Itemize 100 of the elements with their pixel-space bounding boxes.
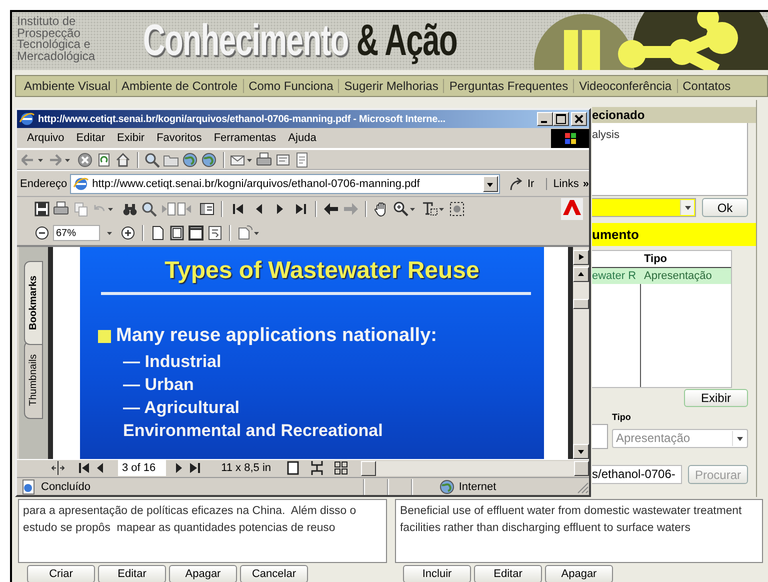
ok-button[interactable]: Ok bbox=[702, 198, 748, 217]
printer-icon[interactable] bbox=[53, 201, 69, 217]
form-button[interactable]: Incluir bbox=[403, 565, 471, 582]
slide-bullet: Many reuse applications nationally: bbox=[116, 324, 437, 348]
text-area[interactable]: para a apresentação de políticas eficazes na China. Além disso o estudo se propôs mapear as quantidades potencias de reuso bbox=[18, 499, 387, 563]
file-path-field[interactable]: s/ethanol-0706- bbox=[592, 465, 682, 484]
form-button[interactable]: Apagar bbox=[169, 565, 237, 582]
fit-width-icon[interactable] bbox=[188, 225, 204, 241]
form-button[interactable]: Cancelar bbox=[240, 565, 308, 582]
menu-item[interactable]: Exibir bbox=[111, 132, 151, 144]
table-row[interactable]: ewater R Apresentação bbox=[592, 268, 731, 284]
rotate-icon[interactable] bbox=[237, 225, 253, 241]
page-icon bbox=[21, 478, 37, 494]
type-dropdown[interactable]: Apresentação bbox=[612, 429, 748, 448]
close-button[interactable] bbox=[571, 112, 587, 126]
section-title: umento bbox=[592, 223, 756, 246]
form-button[interactable]: Criar bbox=[27, 565, 95, 582]
save-icon[interactable] bbox=[34, 201, 50, 217]
zoom-out-icon[interactable] bbox=[34, 225, 50, 241]
horizontal-scrollbar[interactable] bbox=[361, 460, 589, 476]
nav-link[interactable]: Ambiente Visual bbox=[19, 79, 116, 93]
page-size-label: 11 x 8,5 in bbox=[221, 462, 272, 474]
resize-grip-icon[interactable] bbox=[575, 480, 589, 494]
refresh-icon[interactable] bbox=[96, 152, 112, 168]
nav-link[interactable]: Ambiente de Controle bbox=[116, 79, 243, 93]
go-button[interactable]: Ir bbox=[503, 174, 540, 194]
status-text: Concluído bbox=[41, 480, 92, 492]
note-icon[interactable] bbox=[275, 152, 291, 168]
globe-icon[interactable] bbox=[201, 152, 217, 168]
menu-item[interactable]: Favoritos bbox=[150, 132, 208, 144]
type-label: Tipo bbox=[612, 412, 632, 424]
continuous-icon[interactable] bbox=[309, 460, 326, 476]
links-label[interactable]: Links bbox=[546, 178, 579, 190]
home-icon[interactable] bbox=[115, 152, 131, 168]
bullet-icon bbox=[98, 330, 111, 342]
first-page-icon[interactable] bbox=[230, 201, 246, 217]
facing-pages-icon[interactable] bbox=[333, 460, 350, 476]
page-arrow-icon[interactable] bbox=[177, 201, 193, 217]
text-area[interactable]: Beneficial use of effluent water from domestic wastewater treatment facilities rather than discharging effluent to surface waters bbox=[395, 499, 763, 563]
window-title: http://www.cetiqt.senai.br/kogni/arquivos/ethanol-0706-manning.pdf - Microsoft Interne... bbox=[38, 114, 446, 124]
form-button[interactable]: Editar bbox=[98, 565, 166, 582]
nav-link[interactable]: Contatos bbox=[678, 79, 736, 93]
snapshot-icon[interactable] bbox=[449, 201, 465, 217]
text-field[interactable] bbox=[592, 424, 608, 449]
single-page-icon[interactable] bbox=[285, 460, 302, 476]
form-button[interactable]: Apagar bbox=[545, 565, 613, 582]
side-tab[interactable]: Bookmarks bbox=[24, 261, 43, 345]
menu-item[interactable]: Ajuda bbox=[282, 132, 322, 144]
site-logo-text: Conhecimento & Ação bbox=[143, 18, 458, 64]
zoom-in-icon[interactable] bbox=[120, 225, 136, 241]
institute-name: Instituto de Prospecção Tecnológica e Mercadológica bbox=[16, 13, 96, 62]
slide-subitem: — Agricultural bbox=[123, 397, 240, 419]
slide-subitem: — Industrial bbox=[123, 351, 222, 373]
chevron[interactable]: » bbox=[582, 178, 589, 190]
side-tab[interactable]: Thumbnails bbox=[24, 341, 43, 419]
table-cell-text: ewater R bbox=[592, 269, 638, 284]
browser-icon bbox=[73, 176, 90, 192]
document-icon[interactable] bbox=[294, 152, 310, 168]
panel-icon[interactable] bbox=[199, 201, 215, 217]
form-button[interactable]: Editar bbox=[474, 565, 542, 582]
slide-title: Types of Wastewater Reuse bbox=[164, 257, 480, 285]
table-header: Tipo bbox=[644, 252, 668, 267]
panel-title: ecionado bbox=[592, 107, 756, 123]
back-arrow-icon[interactable] bbox=[323, 201, 339, 217]
zoom-in-icon[interactable] bbox=[393, 201, 409, 217]
binoculars-icon[interactable] bbox=[122, 201, 138, 217]
logo-icon[interactable] bbox=[561, 198, 583, 220]
page-field[interactable]: 3 of 16 bbox=[118, 460, 166, 476]
fit-page-icon[interactable] bbox=[169, 225, 185, 241]
logo-icon bbox=[551, 128, 589, 148]
stop-icon[interactable] bbox=[77, 152, 93, 168]
maximize-button[interactable] bbox=[553, 112, 569, 126]
printer-icon[interactable] bbox=[256, 152, 272, 168]
zoom-field[interactable]: 67% bbox=[53, 225, 100, 241]
page-arrow-icon[interactable] bbox=[160, 201, 176, 217]
nav-link[interactable]: Sugerir Melhorias bbox=[339, 79, 444, 93]
text-select-icon[interactable] bbox=[422, 201, 438, 217]
nav-link[interactable]: Perguntas Frequentes bbox=[444, 79, 574, 93]
search-icon[interactable] bbox=[144, 152, 160, 168]
browser-icon bbox=[19, 111, 35, 127]
vertical-scrollbar[interactable] bbox=[573, 247, 589, 459]
show-button[interactable]: Exibir bbox=[684, 389, 748, 407]
nav-link[interactable]: Videoconferência bbox=[574, 79, 677, 93]
address-field[interactable]: http://www.cetiqt.senai.br/kogni/arquivos/ethanol-0706-manning.pdf bbox=[70, 174, 500, 194]
page-icon[interactable] bbox=[150, 225, 166, 241]
menu-item[interactable]: Arquivo bbox=[21, 132, 70, 144]
globe-icon bbox=[438, 478, 455, 494]
slide-subitem: Environmental and Recreational bbox=[123, 420, 384, 442]
first-page-icon[interactable] bbox=[76, 460, 92, 476]
last-page-icon[interactable] bbox=[293, 201, 309, 217]
nav-link[interactable]: Como Funciona bbox=[244, 79, 338, 93]
description-field[interactable]: alysis bbox=[592, 123, 748, 196]
split-icon[interactable] bbox=[50, 460, 66, 476]
search-icon[interactable] bbox=[141, 201, 157, 217]
reflow-icon[interactable] bbox=[207, 225, 223, 241]
globe-icon[interactable] bbox=[182, 152, 198, 168]
menu-item[interactable]: Editar bbox=[70, 132, 112, 144]
minimize-button[interactable] bbox=[537, 112, 553, 126]
menu-item[interactable]: Ferramentas bbox=[208, 132, 282, 144]
slide-subitem: — Urban bbox=[123, 374, 195, 396]
